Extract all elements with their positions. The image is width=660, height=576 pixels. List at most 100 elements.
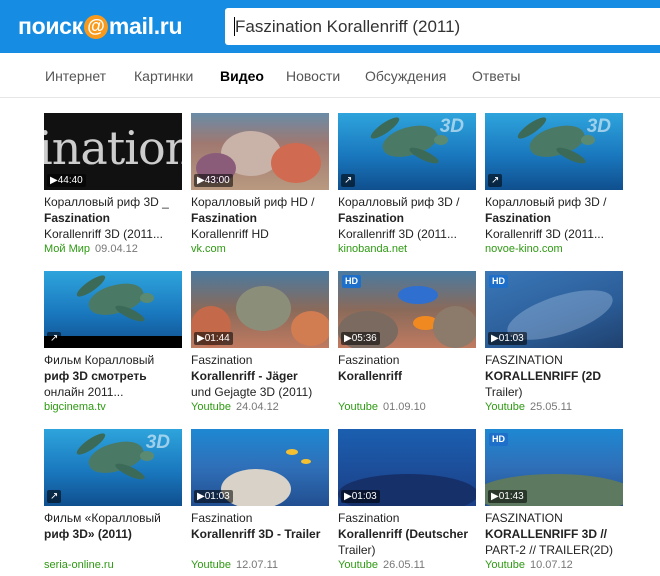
duration-text: 01:03: [351, 491, 377, 502]
tab-internet[interactable]: Интернет: [45, 68, 106, 84]
title-line: Faszination: [338, 511, 400, 525]
source-link[interactable]: Youtube: [338, 559, 378, 571]
duration-badge: ▶01:03: [341, 490, 380, 503]
external-link-icon: ↗: [47, 490, 62, 503]
video-thumbnail[interactable]: ▶01:03: [338, 429, 476, 506]
source-link[interactable]: Youtube: [191, 559, 231, 571]
video-thumbnail[interactable]: ▶43:00: [191, 113, 329, 190]
video-thumbnail[interactable]: ▶01:03 HD: [485, 271, 623, 348]
source-link[interactable]: novoe-kino.com: [485, 243, 563, 255]
duration-badge: ▶01:03: [488, 332, 527, 345]
video-title[interactable]: Faszination Korallenriff - Jäger und Gejag…: [191, 352, 331, 400]
upload-date: 09.04.12: [95, 243, 138, 255]
duration-badge: ▶01:43: [488, 490, 527, 503]
video-card[interactable]: ▶01:03 Faszination Korallenriff 3D - Trail…: [191, 429, 331, 571]
video-card[interactable]: ▶43:00 Коралловый риф HD / Faszination Kora…: [191, 113, 331, 255]
video-thumbnail[interactable]: ↗: [44, 271, 182, 348]
title-line: Фильм «Коралловый: [44, 511, 161, 525]
video-title[interactable]: Коралловый риф HD / Faszination Korallenri…: [191, 194, 331, 242]
video-card[interactable]: 3D ↗ Фильм «Коралловый риф 3D» (2011) seria-…: [44, 429, 184, 571]
source-link[interactable]: seria-online.ru: [44, 559, 114, 571]
video-thumbnail[interactable]: 3D ↗: [44, 429, 182, 506]
upload-date: 24.04.12: [235, 401, 279, 413]
duration-text: 44:40: [57, 175, 83, 186]
logo-text-mailru: mail.ru: [108, 13, 183, 39]
source-link[interactable]: Youtube: [485, 559, 525, 571]
video-title[interactable]: Коралловый риф 3D / Faszination Korallenri…: [485, 194, 625, 242]
source-link[interactable]: kinobanda.net: [338, 243, 407, 255]
video-thumbnail[interactable]: ▶01:44: [191, 271, 329, 348]
video-card[interactable]: ▶05:36 HD Faszination Korallenriff Youtube 01…: [338, 271, 478, 413]
tab-discussions[interactable]: Обсуждения: [365, 68, 446, 84]
title-line: Korallenriff 3D (2011...: [485, 227, 604, 241]
video-meta: Youtube 10.07.12: [485, 559, 625, 571]
video-meta: Youtube 12.07.11: [191, 559, 331, 571]
hd-badge: HD: [489, 275, 508, 288]
title-line: Korallenriff HD: [191, 227, 269, 241]
tab-video[interactable]: Видео: [220, 68, 264, 84]
video-card[interactable]: ▶01:44 Faszination Korallenriff - Jäger und…: [191, 271, 331, 413]
video-card[interactable]: ination Koralle▶44:40Коралловый риф 3D _…: [44, 113, 184, 255]
video-card[interactable]: 3D ↗ Коралловый риф 3D / Faszination Koralle…: [485, 113, 625, 255]
video-meta: seria-online.ru: [44, 559, 184, 571]
title-line: Faszination: [191, 511, 253, 525]
video-card[interactable]: ↗ Фильм Коралловый риф 3D смотреть онлайн 2…: [44, 271, 184, 413]
video-title[interactable]: Коралловый риф 3D _ Faszination Korallenri…: [44, 194, 184, 242]
hd-badge: HD: [342, 275, 361, 288]
video-thumbnail[interactable]: ▶05:36 HD: [338, 271, 476, 348]
video-thumbnail[interactable]: ▶01:03: [191, 429, 329, 506]
search-input[interactable]: [225, 8, 660, 45]
source-link[interactable]: Youtube: [338, 401, 378, 413]
video-thumbnail[interactable]: ination Koralle▶44:40: [44, 113, 182, 190]
upload-date: 25.05.11: [529, 401, 572, 413]
title-line: Faszination: [338, 211, 405, 225]
video-title[interactable]: Faszination Korallenriff 3D - Trailer: [191, 510, 331, 558]
video-card[interactable]: ▶01:43 HD FASZINATION KORALLENRIFF 3D // PAR…: [485, 429, 625, 571]
tab-news[interactable]: Новости: [286, 68, 340, 84]
title-line: FASZINATION: [485, 511, 563, 525]
title-line: Коралловый риф HD /: [191, 195, 315, 209]
play-icon: ▶: [491, 333, 499, 344]
search-tabs: Интернет Картинки Видео Новости Обсужден…: [0, 53, 660, 98]
video-title[interactable]: Коралловый риф 3D / Faszination Korallenri…: [338, 194, 478, 242]
title-line: Коралловый риф 3D /: [338, 195, 460, 209]
source-link[interactable]: Мой Мир: [44, 243, 90, 255]
logo-text-poisk: поиск: [18, 13, 83, 39]
tab-answers[interactable]: Ответы: [472, 68, 520, 84]
video-card[interactable]: 3D ↗ Коралловый риф 3D / Faszination Koralle…: [338, 113, 478, 255]
source-link[interactable]: bigcinema.tv: [44, 401, 106, 413]
search-box[interactable]: [225, 8, 660, 45]
play-icon: ▶: [344, 491, 352, 502]
source-link[interactable]: Youtube: [485, 401, 525, 413]
title-line: Korallenriff 3D (2011...: [44, 227, 163, 241]
video-title[interactable]: FASZINATION KORALLENRIFF (2D Trailer): [485, 352, 625, 400]
title-line: риф 3D» (2011): [44, 527, 132, 541]
video-title[interactable]: Faszination Korallenriff: [338, 352, 478, 400]
title-line: Faszination: [191, 211, 258, 225]
duration-text: 05:36: [351, 333, 377, 344]
video-title[interactable]: Фильм Коралловый риф 3D смотреть онлайн 20…: [44, 352, 184, 400]
mail-ru-search-logo[interactable]: поиск @ mail.ru: [18, 11, 183, 41]
video-title[interactable]: Faszination Korallenriff (Deutscher Traile…: [338, 510, 478, 558]
3d-label: 3D: [586, 116, 611, 137]
title-line: Faszination: [338, 353, 400, 367]
video-meta: Youtube 25.05.11: [485, 401, 625, 413]
source-link[interactable]: Youtube: [191, 401, 231, 413]
top-bar: поиск @ mail.ru: [0, 0, 660, 53]
title-line: Faszination: [44, 211, 111, 225]
source-link[interactable]: vk.com: [191, 243, 226, 255]
tab-images[interactable]: Картинки: [134, 68, 193, 84]
video-title[interactable]: Фильм «Коралловый риф 3D» (2011): [44, 510, 184, 558]
duration-text: 01:03: [204, 491, 230, 502]
duration-text: 01:44: [204, 333, 230, 344]
logo-at-icon: @: [83, 15, 108, 39]
video-card[interactable]: ▶01:03 Faszination Korallenriff (Deutscher…: [338, 429, 478, 571]
video-card[interactable]: ▶01:03 HD FASZINATION KORALLENRIFF (2D Trail…: [485, 271, 625, 413]
video-thumbnail[interactable]: ▶01:43 HD: [485, 429, 623, 506]
upload-date: 12.07.11: [235, 559, 278, 571]
video-thumbnail[interactable]: 3D ↗: [338, 113, 476, 190]
title-line: Faszination: [191, 353, 253, 367]
duration-text: 01:03: [498, 333, 524, 344]
video-thumbnail[interactable]: 3D ↗: [485, 113, 623, 190]
video-title[interactable]: FASZINATION KORALLENRIFF 3D // PART-2 // T…: [485, 510, 625, 558]
